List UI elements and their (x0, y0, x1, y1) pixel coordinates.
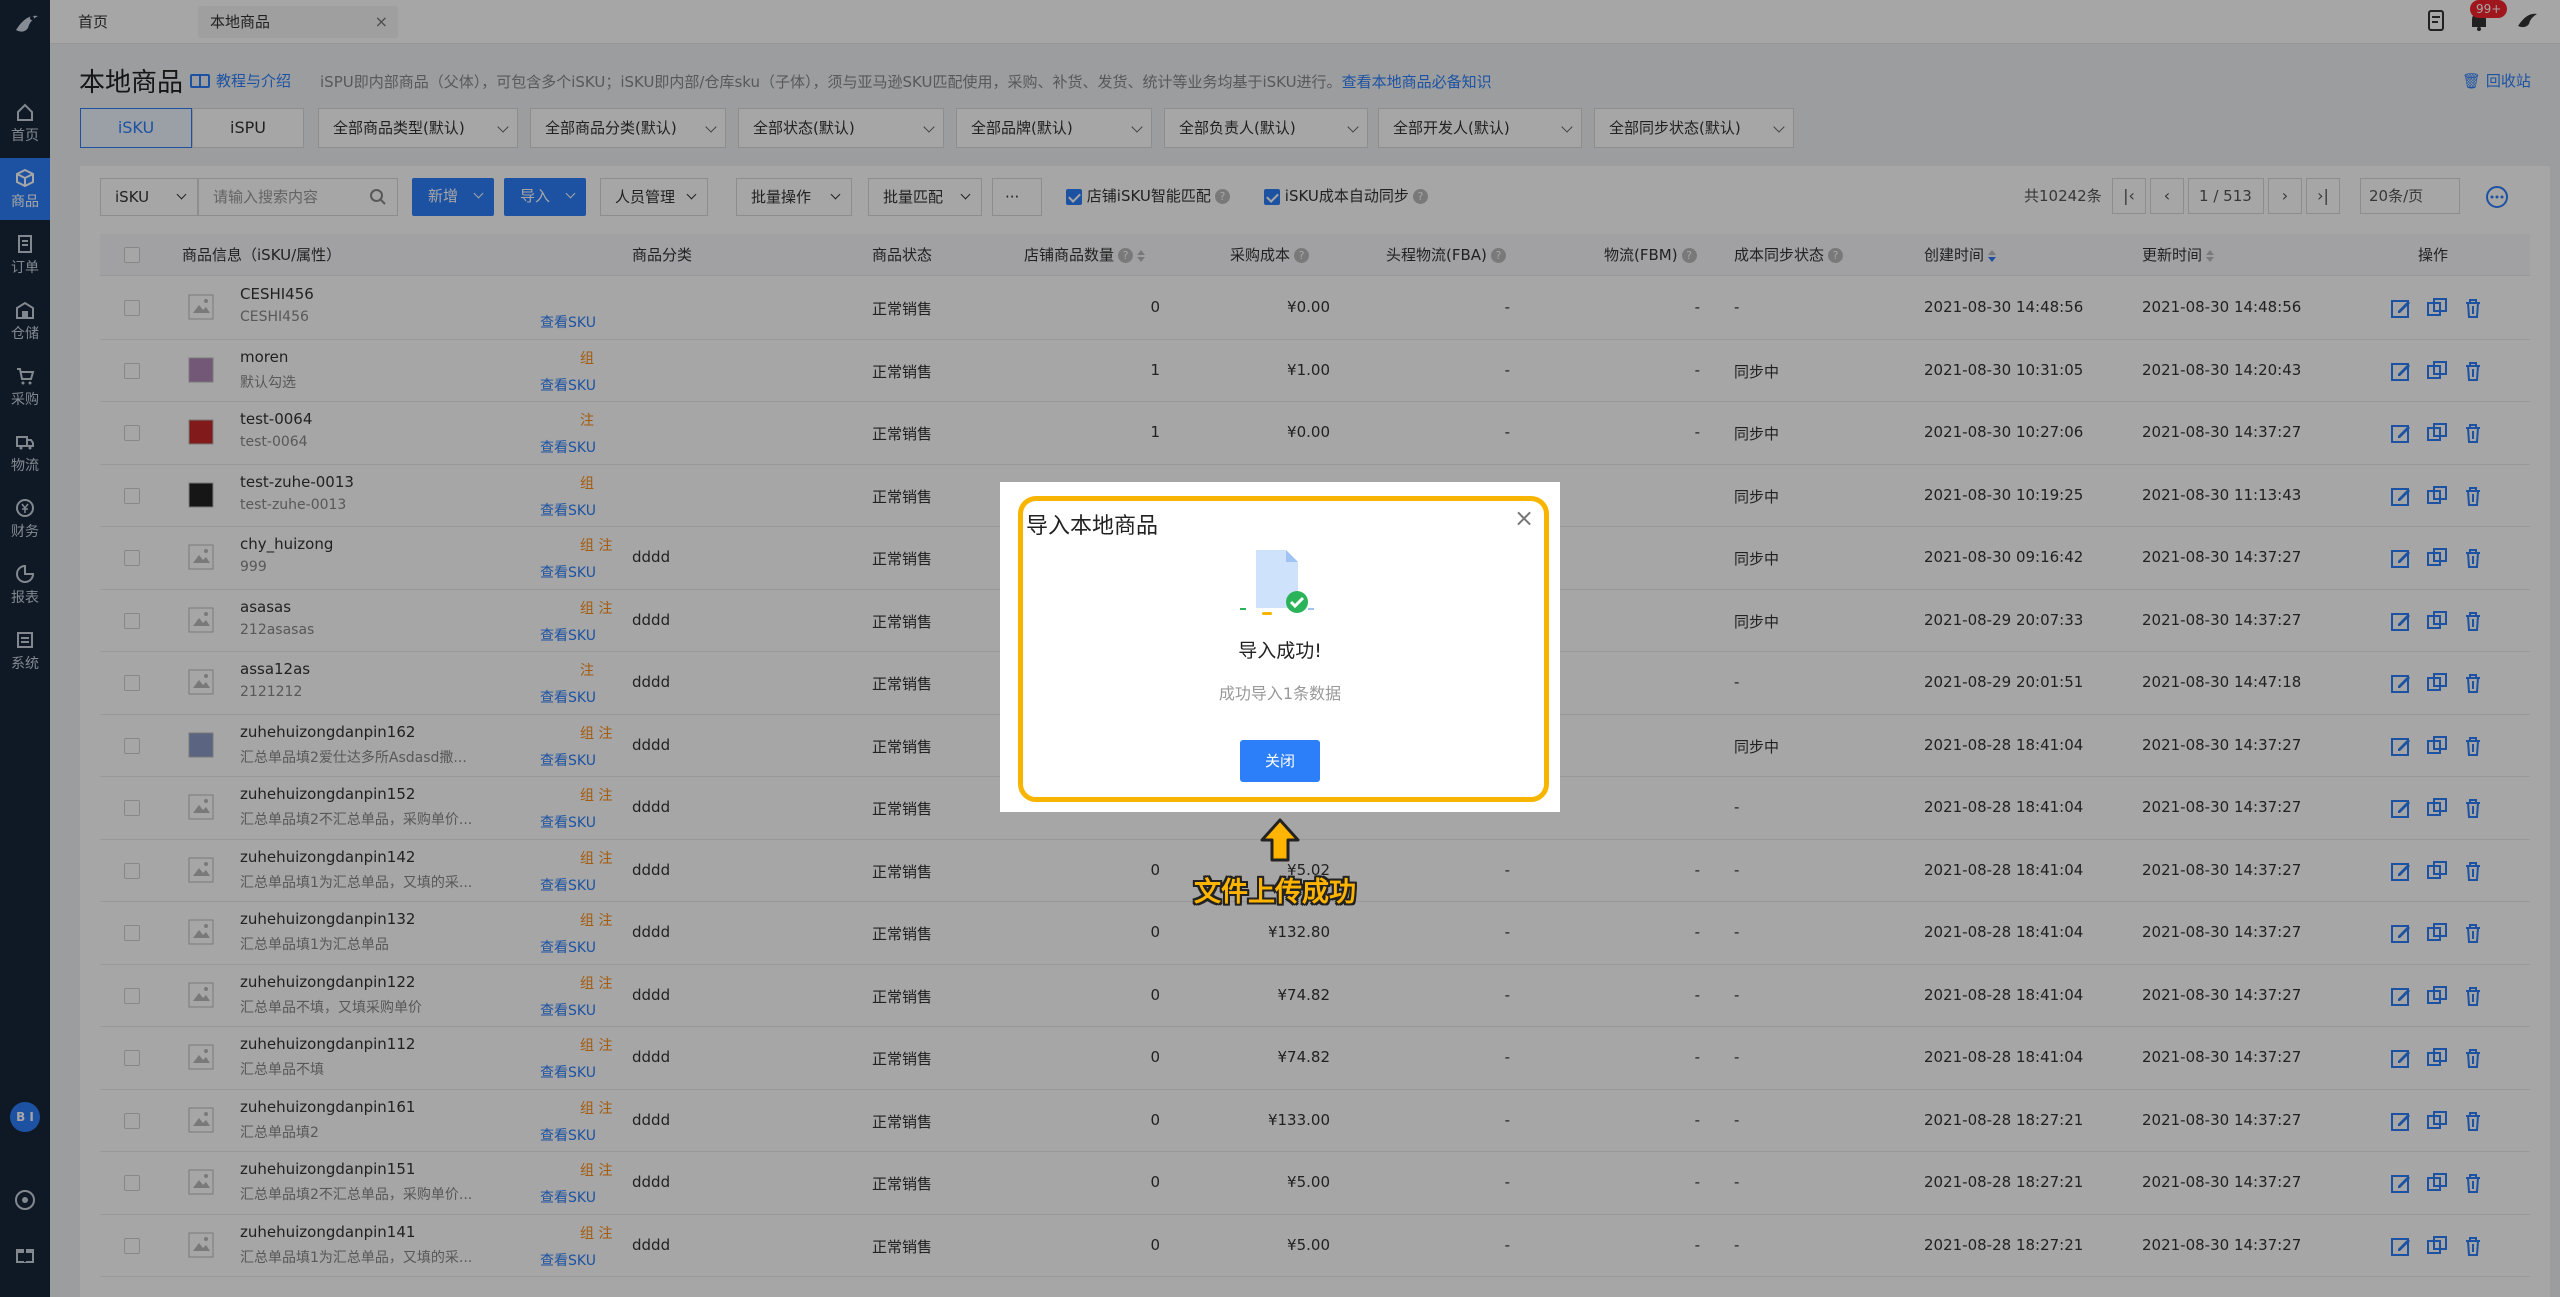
modal-subtext: 成功导入1条数据 (1218, 684, 1342, 703)
modal-heading: 导入成功! (1238, 640, 1322, 662)
modal-title: 导入本地商品 (1026, 514, 1159, 539)
file-success-icon (1240, 550, 1314, 615)
modal-close-icon[interactable]: × (1514, 504, 1534, 532)
arrow-up-icon (1260, 818, 1300, 862)
modal-close-button[interactable]: 关闭 (1240, 740, 1320, 782)
annotation-label: 文件上传成功 (1194, 877, 1356, 908)
